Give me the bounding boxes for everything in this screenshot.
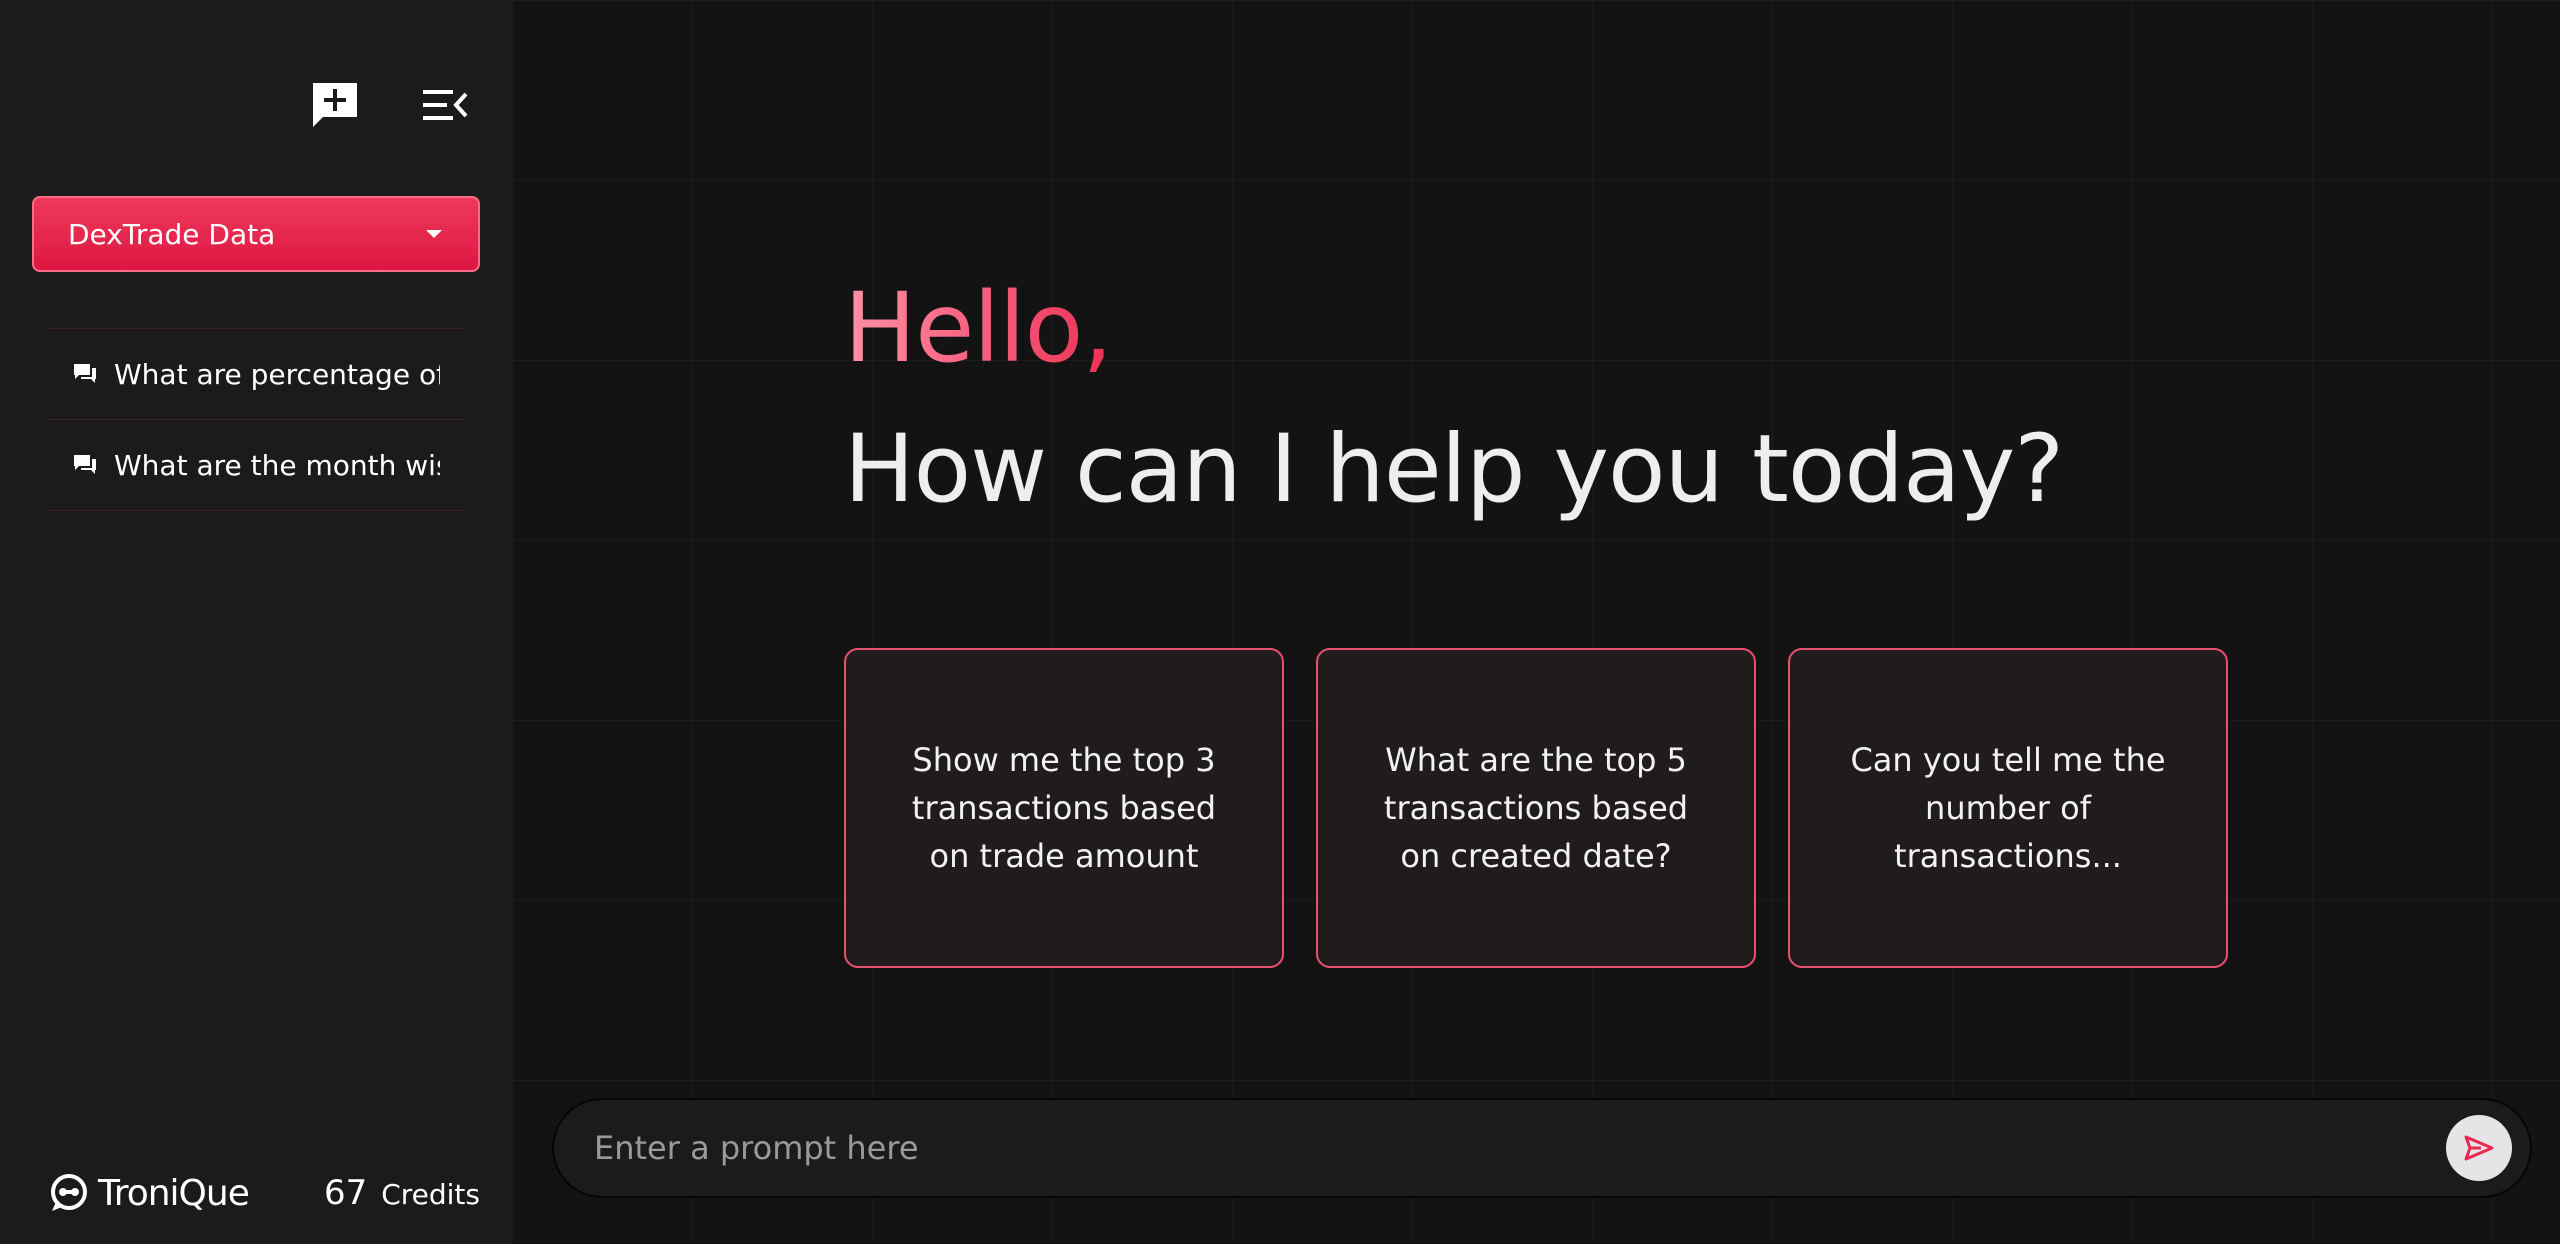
chat-bubbles-icon (74, 455, 96, 474)
main-panel: Hello, How can I help you today? Show me… (512, 0, 2560, 1244)
sidebar: DexTrade Data What are percentage of Wha… (0, 0, 512, 1244)
chat-history: What are percentage of What are the mont… (48, 328, 464, 511)
suggestion-card-text: Show me the top 3 transactions based on … (911, 741, 1217, 875)
database-select[interactable]: DexTrade Data (32, 196, 480, 272)
tronique-logo-icon (51, 1174, 87, 1211)
suggestion-card-text: What are the top 5 transactions based on… (1383, 741, 1689, 875)
history-item[interactable]: What are the month wise (48, 419, 464, 511)
suggestion-cards: Show me the top 3 transactions based on … (844, 648, 2228, 968)
brand-logo: TroniQue (48, 1172, 250, 1214)
sidebar-footer: TroniQue 67 Credits (48, 1172, 480, 1214)
headline: How can I help you today? (844, 415, 2064, 524)
send-button[interactable] (2446, 1115, 2512, 1181)
send-icon (2464, 1135, 2494, 1161)
history-item-label: What are percentage of (114, 357, 440, 391)
history-item-label: What are the month wise (114, 448, 440, 482)
suggestion-card-text: Can you tell me the number of transactio… (1850, 741, 2166, 875)
prompt-bar (552, 1098, 2532, 1198)
suggestion-card[interactable]: Show me the top 3 transactions based on … (844, 648, 1284, 968)
suggestion-card[interactable]: Can you tell me the number of transactio… (1788, 648, 2228, 968)
database-select-label: DexTrade Data (68, 217, 276, 251)
prompt-input[interactable] (592, 1128, 2446, 1168)
credits-label: Credits (381, 1178, 480, 1211)
collapse-menu-icon (423, 90, 468, 120)
greeting: Hello, (844, 268, 1113, 388)
chat-plus-icon (313, 83, 357, 127)
suggestion-card[interactable]: What are the top 5 transactions based on… (1316, 648, 1756, 968)
credits-count: 67 (323, 1173, 368, 1213)
caret-down-icon (426, 230, 442, 238)
sidebar-toolbar (308, 78, 472, 132)
history-item[interactable]: What are percentage of (48, 328, 464, 419)
brand-name: TroniQue (98, 1172, 250, 1214)
new-chat-button[interactable] (308, 78, 362, 132)
app-root: DexTrade Data What are percentage of Wha… (0, 0, 2560, 1244)
chat-bubbles-icon (74, 364, 96, 383)
credits-display: 67 Credits (324, 1173, 480, 1213)
collapse-sidebar-button[interactable] (418, 78, 472, 132)
